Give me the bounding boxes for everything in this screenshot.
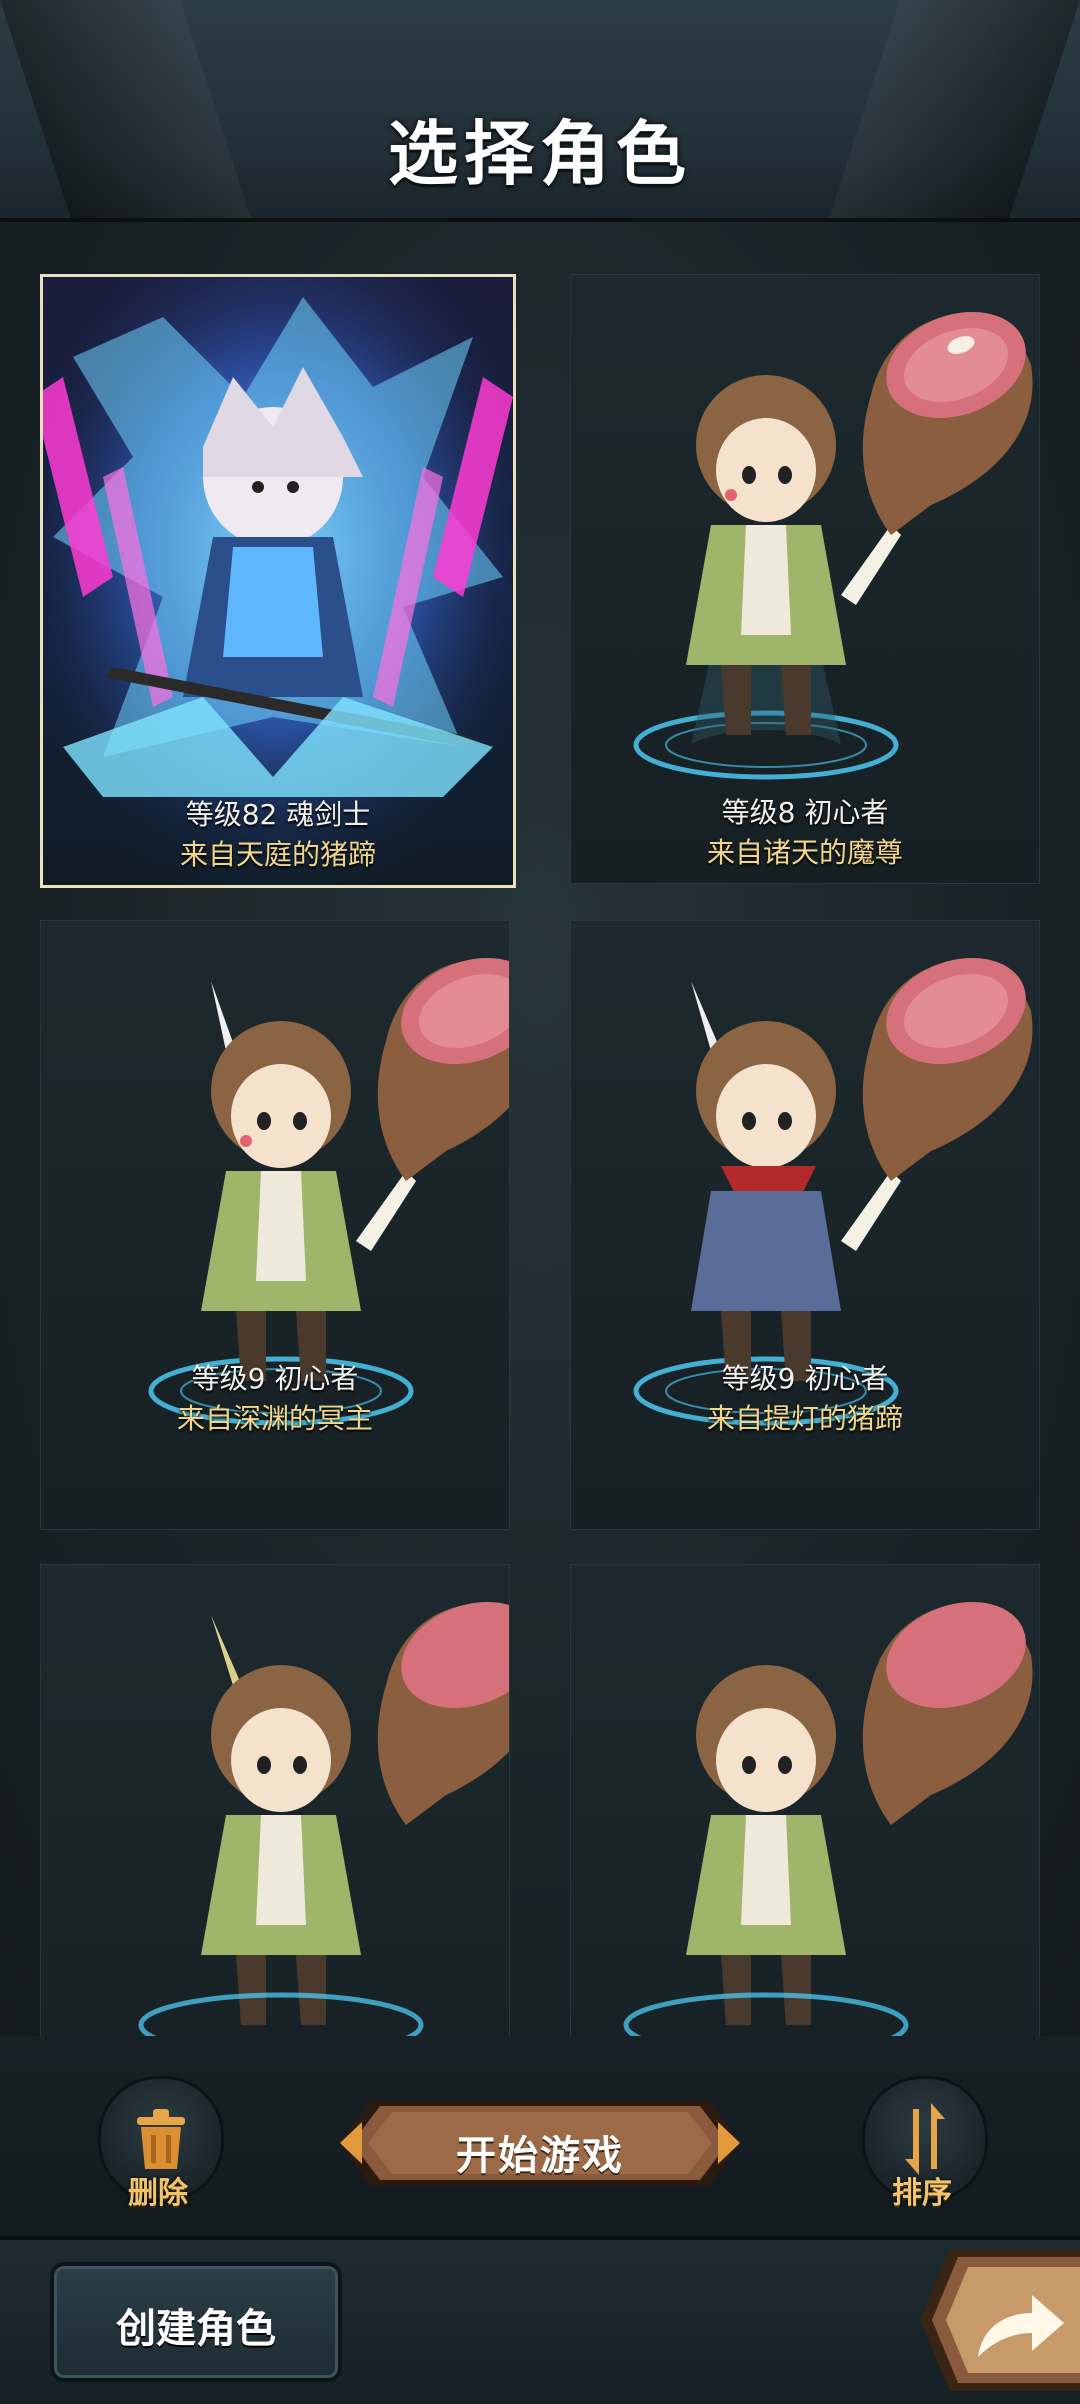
character-level-class: 等级9 初心者	[191, 1362, 359, 1395]
share-button[interactable]	[920, 2245, 1080, 2395]
character-grid: 等级82 魂剑士 来自天庭的猪蹄 等级8 初心者 来自诸天的魔尊 等级9 初心者…	[0, 222, 1080, 2036]
character-portrait-novice	[148, 957, 509, 1426]
character-portrait-novice	[633, 957, 1033, 1426]
page-title: 选择角色	[388, 113, 692, 195]
character-portrait-novice	[138, 1601, 509, 2036]
character-level-class: 等级82 魂剑士	[185, 798, 371, 831]
character-name: 来自深渊的冥主	[176, 1402, 373, 1435]
character-card-4[interactable]: 等级9 初心者 来自提灯的猪蹄	[570, 920, 1040, 1530]
character-card-3[interactable]: 等级9 初心者 来自深渊的冥主	[40, 920, 510, 1530]
character-level-class: 等级8 初心者	[721, 796, 889, 829]
character-portrait-novice	[623, 1601, 1033, 2036]
character-name: 来自天庭的猪蹄	[179, 838, 376, 871]
character-card-5[interactable]	[40, 1564, 510, 2036]
character-card-6[interactable]	[570, 1564, 1040, 2036]
start-game-label: 开始游戏	[456, 2133, 624, 2179]
character-card-1[interactable]: 等级82 魂剑士 来自天庭的猪蹄	[40, 274, 516, 888]
create-character-label: 创建角色	[116, 2306, 276, 2352]
character-name: 来自诸天的魔尊	[706, 836, 903, 869]
character-card-2[interactable]: 等级8 初心者 来自诸天的魔尊	[570, 274, 1040, 884]
character-level-class: 等级9 初心者	[721, 1362, 889, 1395]
sort-label: 排序	[892, 2176, 952, 2211]
delete-label: 删除	[128, 2176, 188, 2211]
character-name: 来自提灯的猪蹄	[706, 1402, 903, 1435]
